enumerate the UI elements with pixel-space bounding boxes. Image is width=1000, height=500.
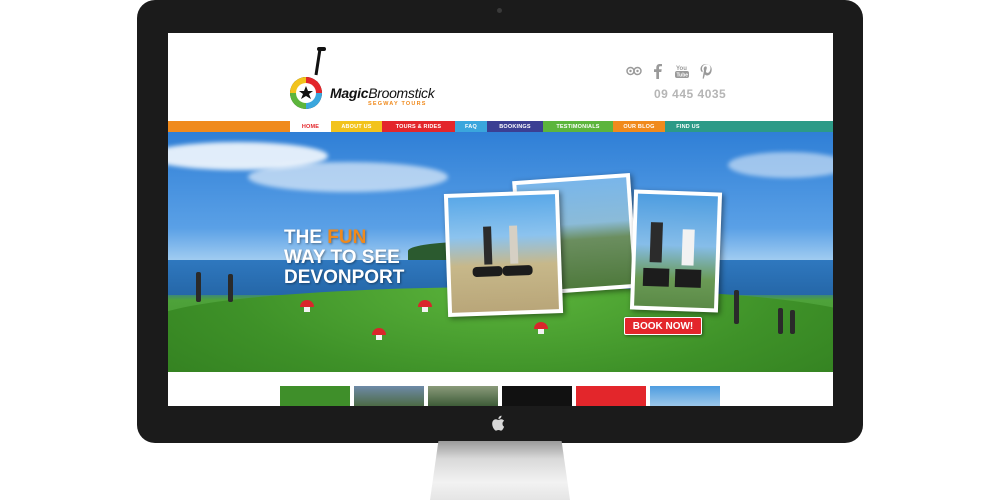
thumbnail-card[interactable]: [428, 386, 498, 406]
nav-item-our-blog[interactable]: OUR BLOG: [613, 121, 665, 132]
person-silhouette: [734, 290, 739, 324]
main-nav: HOME ABOUT US TOURS & RIDES FAQ BOOKINGS…: [290, 121, 711, 132]
camera-dot: [497, 8, 502, 13]
broomstick-wheel-icon: [290, 47, 326, 109]
headline-line1-a: THE: [284, 227, 328, 248]
headline-line2: WAY TO SEE: [284, 247, 400, 268]
site-logo[interactable]: MagicBroomstick SEGWAY TOURS: [282, 45, 472, 115]
nav-item-about-us[interactable]: ABOUT US: [331, 121, 382, 132]
thumbnail-card[interactable]: [650, 386, 720, 406]
mushroom-decoration: [534, 322, 548, 334]
facebook-icon[interactable]: [650, 63, 666, 79]
polaroid-photo: [443, 190, 564, 317]
mushroom-decoration: [300, 300, 314, 312]
headline-line1-fun: FUN: [327, 227, 367, 248]
polaroid-photo: [629, 189, 723, 313]
cloud: [728, 152, 833, 178]
thumbnail-card[interactable]: [354, 386, 424, 406]
pinterest-icon[interactable]: [698, 63, 714, 79]
feature-thumbnails: [168, 372, 833, 406]
nav-item-testimonials[interactable]: TESTIMONIALS: [543, 121, 613, 132]
book-now-button[interactable]: BOOK NOW!: [624, 317, 702, 335]
thumbnail-card[interactable]: [280, 386, 350, 406]
thumbnail-card[interactable]: [576, 386, 646, 406]
person-silhouette: [778, 308, 783, 334]
cloud: [248, 162, 448, 192]
nav-item-tours-rides[interactable]: TOURS & RIDES: [382, 121, 455, 132]
social-links: You Tube: [626, 62, 716, 80]
thumbnail-card[interactable]: [502, 386, 572, 406]
imac-stand: [430, 441, 570, 500]
nav-item-home[interactable]: HOME: [290, 121, 331, 132]
apple-logo-icon: [492, 415, 505, 431]
tripadvisor-icon[interactable]: [626, 63, 642, 79]
site-header: MagicBroomstick SEGWAY TOURS You Tube 09 …: [168, 33, 833, 121]
headline-line3: DEVONPORT: [284, 267, 405, 288]
website-screen: MagicBroomstick SEGWAY TOURS You Tube 09 …: [168, 33, 833, 406]
person-silhouette: [228, 274, 233, 302]
hero-banner: THE FUN WAY TO SEE DEVONPORT BOOK NOW!: [168, 132, 833, 372]
nav-bar-left-segment: [168, 121, 290, 132]
mushroom-decoration: [372, 328, 386, 340]
logo-tagline: SEGWAY TOURS: [368, 101, 427, 107]
svg-text:Tube: Tube: [677, 72, 689, 78]
youtube-icon[interactable]: You Tube: [674, 63, 690, 79]
nav-item-bookings[interactable]: BOOKINGS: [487, 121, 543, 132]
logo-brand-text: MagicBroomstick: [330, 85, 435, 101]
phone-number[interactable]: 09 445 4035: [654, 87, 726, 101]
hero-headline: THE FUN WAY TO SEE DEVONPORT: [284, 228, 404, 288]
nav-item-faq[interactable]: FAQ: [455, 121, 487, 132]
person-silhouette: [790, 310, 795, 334]
mushroom-decoration: [418, 300, 432, 312]
person-silhouette: [196, 272, 201, 302]
nav-item-find-us[interactable]: FIND US: [665, 121, 711, 132]
